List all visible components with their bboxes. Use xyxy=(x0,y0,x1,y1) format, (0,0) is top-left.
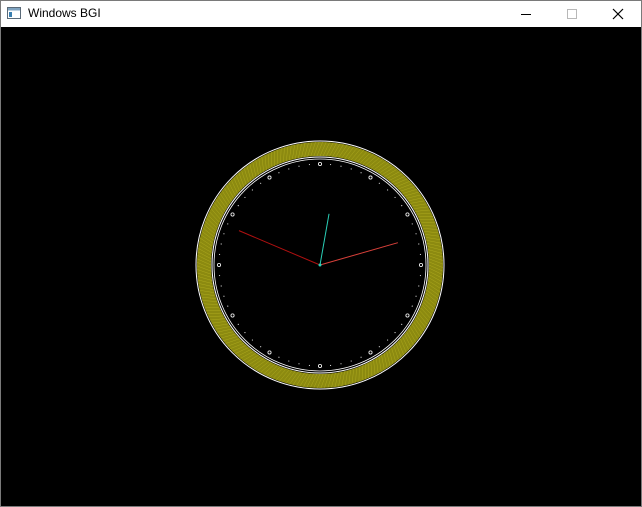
clock-hub xyxy=(318,263,322,267)
hour-marker xyxy=(317,363,322,368)
minute-dot xyxy=(401,205,403,207)
window-app-icon xyxy=(7,7,21,19)
minute-dot xyxy=(378,346,380,348)
minute-dot xyxy=(415,295,417,297)
minute-dot xyxy=(260,182,262,184)
minute-dot xyxy=(360,172,362,174)
close-icon xyxy=(612,8,624,20)
window-title: Windows BGI xyxy=(28,6,101,20)
hour-hand xyxy=(319,213,330,266)
minute-dot xyxy=(340,165,342,167)
bgi-window: Windows BGI xyxy=(0,0,642,507)
minute-dot xyxy=(401,323,403,325)
minute-dot xyxy=(340,363,342,365)
hour-marker xyxy=(368,350,373,355)
minute-dot xyxy=(218,253,221,256)
minute-dot xyxy=(350,168,352,170)
hour-marker xyxy=(368,175,373,180)
minute-dot xyxy=(244,331,246,334)
minimize-button[interactable] xyxy=(503,1,549,27)
analog-clock xyxy=(195,140,445,390)
minimize-icon xyxy=(521,14,531,15)
minute-dot xyxy=(411,223,413,225)
minute-dot xyxy=(288,168,290,170)
hour-marker xyxy=(230,212,235,217)
minute-dot xyxy=(278,172,280,174)
hour-marker xyxy=(317,161,322,166)
minute-dot xyxy=(418,285,420,287)
hour-marker xyxy=(216,262,221,267)
minute-dot xyxy=(298,363,300,365)
minute-dot xyxy=(386,339,389,341)
minute-dot xyxy=(220,243,222,245)
title-bar[interactable]: Windows BGI xyxy=(1,1,641,27)
minute-dot xyxy=(419,253,422,256)
minute-dot xyxy=(360,356,362,358)
minute-dot xyxy=(223,295,225,297)
maximize-icon xyxy=(567,9,577,19)
minute-dot xyxy=(394,196,396,199)
minute-dot xyxy=(218,274,221,277)
hour-marker xyxy=(267,175,272,180)
minute-dot xyxy=(386,189,389,191)
clock-canvas xyxy=(195,140,445,390)
hour-marker xyxy=(267,350,272,355)
bgi-canvas xyxy=(1,27,641,506)
minute-dot xyxy=(298,165,300,167)
minute-dot xyxy=(260,346,262,348)
hour-marker xyxy=(405,212,410,217)
hour-marker xyxy=(230,313,235,318)
minute-dot xyxy=(237,205,239,207)
close-button[interactable] xyxy=(595,1,641,27)
minute-dot xyxy=(329,364,332,367)
minute-dot xyxy=(411,305,413,307)
hour-marker xyxy=(405,313,410,318)
minute-dot xyxy=(288,360,290,362)
minute-dot xyxy=(394,331,396,334)
minute-dot xyxy=(329,163,332,166)
minute-dot xyxy=(237,323,239,325)
minute-dot xyxy=(244,196,246,199)
minute-dot xyxy=(419,274,422,277)
minute-dot xyxy=(223,233,225,235)
minute-dot xyxy=(220,285,222,287)
minute-dot xyxy=(251,189,254,191)
minute-dot xyxy=(308,364,311,367)
minute-dot xyxy=(278,356,280,358)
minute-dot xyxy=(308,163,311,166)
minute-hand xyxy=(319,242,398,266)
minute-dot xyxy=(251,339,254,341)
minute-dot xyxy=(227,223,229,225)
second-hand xyxy=(238,230,321,266)
maximize-button[interactable] xyxy=(549,1,595,27)
hour-marker xyxy=(418,262,423,267)
minute-dot xyxy=(350,360,352,362)
minute-dot xyxy=(418,243,420,245)
minute-dot xyxy=(227,305,229,307)
minute-dot xyxy=(415,233,417,235)
minute-dot xyxy=(378,182,380,184)
